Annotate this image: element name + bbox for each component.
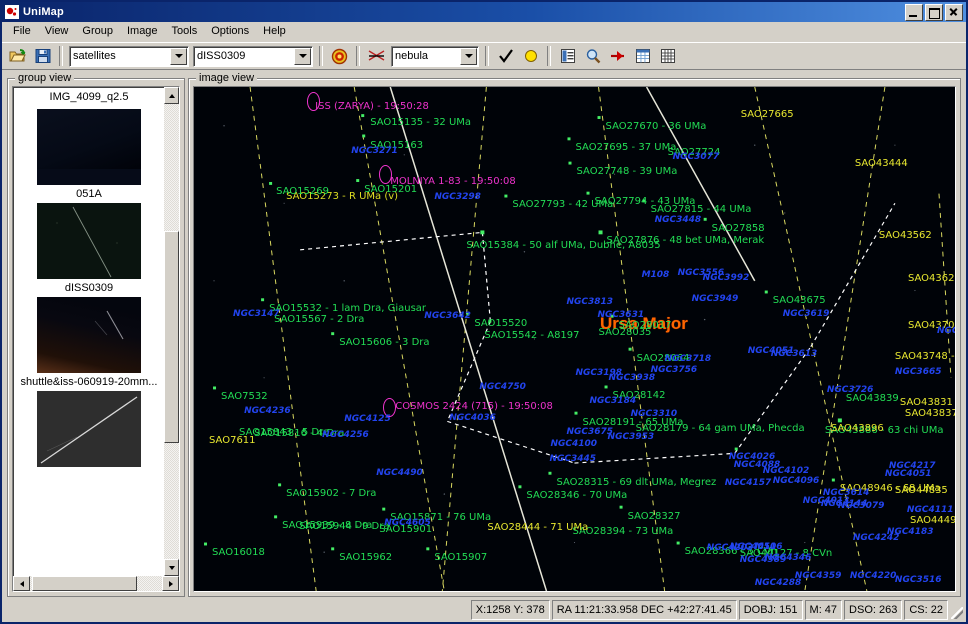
window-title: UniMap <box>23 6 64 18</box>
comet-icon[interactable] <box>365 45 388 67</box>
satellite-marker <box>307 92 320 111</box>
vertical-scroll-thumb[interactable] <box>164 231 179 443</box>
toolbar-separator-5 <box>547 46 551 66</box>
save-disk-icon[interactable] <box>31 45 54 67</box>
chevron-down-icon[interactable] <box>170 47 187 65</box>
toolbar-separator-1 <box>59 46 63 66</box>
toolbar: satellites dISS0309 nebula <box>2 42 966 70</box>
yellow-circle-icon[interactable] <box>519 45 542 67</box>
close-button[interactable] <box>945 3 963 21</box>
coordinates: RA 11:21:33.958 DEC +42:27:41.45 <box>551 600 737 620</box>
menu-options[interactable]: Options <box>204 23 256 40</box>
toolbar-separator-3 <box>356 46 360 66</box>
object-type-select[interactable]: nebula <box>391 45 479 67</box>
list-item[interactable]: 051A <box>13 109 179 200</box>
list-item[interactable]: dISS0309 <box>13 203 179 294</box>
scroll-right-arrow[interactable] <box>162 576 179 591</box>
menu-bar: File View Group Image Tools Options Help <box>2 22 966 42</box>
window-controls <box>905 3 963 21</box>
image-view-legend: image view <box>196 72 258 84</box>
image-select[interactable]: dISS0309 <box>193 45 313 67</box>
menu-tools[interactable]: Tools <box>165 23 205 40</box>
toolbar-separator-4 <box>485 46 489 66</box>
magnifier-icon[interactable] <box>581 45 604 67</box>
vertical-scroll-track[interactable] <box>164 104 179 559</box>
group-view-legend: group view <box>15 72 75 84</box>
status-bar: X:1258 Y: 378 RA 11:21:33.958 DEC +42:27… <box>2 599 966 622</box>
cs-count: CS: 22 <box>904 600 948 620</box>
cursor-position: X:1258 Y: 378 <box>470 600 550 620</box>
group-title: IMG_4099_q2.5 <box>49 91 129 103</box>
object-type-value: nebula <box>395 50 429 62</box>
target-icon[interactable] <box>328 45 351 67</box>
list-item[interactable] <box>13 391 179 470</box>
list-item-label: dISS0309 <box>64 282 114 294</box>
pin-icon[interactable] <box>606 45 629 67</box>
background-stars <box>204 114 916 553</box>
group-select-value: satellites <box>73 50 116 62</box>
menu-file[interactable]: File <box>6 23 38 40</box>
toolbar-separator-2 <box>319 46 323 66</box>
scroll-down-arrow[interactable] <box>164 559 179 576</box>
app-icon <box>5 5 19 19</box>
main-content: group view IMG_4099_q2.5 051A dISS0309 s… <box>2 70 966 599</box>
horizontal-scroll-thumb[interactable] <box>32 576 137 591</box>
resize-grip[interactable] <box>950 600 964 620</box>
group-view-inner: IMG_4099_q2.5 051A dISS0309 shuttle&iss-… <box>12 86 180 592</box>
image-select-value: dISS0309 <box>197 50 246 62</box>
list-item[interactable]: shuttle&iss-060919-20mm... <box>13 297 179 388</box>
list-item-label: 051A <box>76 188 102 200</box>
check-icon[interactable] <box>494 45 517 67</box>
table-icon[interactable] <box>631 45 654 67</box>
dobj-count: DOBJ: 151 <box>738 600 803 620</box>
thumbnail-image <box>37 391 141 467</box>
thumbnail-image <box>37 203 141 279</box>
image-view-inner[interactable]: Ursa Major ISS (ZARYA) - 19:50:28 MOLNIYA… <box>193 86 956 592</box>
title-bar: UniMap <box>2 2 966 22</box>
chevron-down-icon[interactable] <box>460 47 477 65</box>
dso-count: DSO: 263 <box>844 600 903 620</box>
scroll-left-arrow[interactable] <box>13 576 30 591</box>
scroll-up-arrow[interactable] <box>164 87 179 104</box>
thumbnail-vertical-scrollbar[interactable] <box>164 87 179 576</box>
list-item-label: shuttle&iss-060919-20mm... <box>20 376 158 388</box>
menu-help[interactable]: Help <box>256 23 293 40</box>
maximize-button[interactable] <box>925 3 943 21</box>
image-view-panel: image view Ursa Major ISS (ZARYA) - 19:5… <box>188 72 961 597</box>
group-view-panel: group view IMG_4099_q2.5 051A dISS0309 s… <box>7 72 185 597</box>
satellite-marker <box>379 165 392 184</box>
catalog-star-markers <box>204 114 842 551</box>
thumbnail-list[interactable]: IMG_4099_q2.5 051A dISS0309 shuttle&iss-… <box>13 87 179 576</box>
group-select[interactable]: satellites <box>69 45 189 67</box>
unimap-window: UniMap File View Group Image Tools Optio… <box>0 0 968 624</box>
menu-group[interactable]: Group <box>75 23 120 40</box>
messier-count: M: 47 <box>804 600 843 620</box>
status-spacer <box>4 600 469 620</box>
grid-icon[interactable] <box>656 45 679 67</box>
menu-image[interactable]: Image <box>120 23 165 40</box>
thumbnail-horizontal-scrollbar[interactable] <box>13 576 179 591</box>
minimize-button[interactable] <box>905 3 923 21</box>
open-folder-icon[interactable] <box>6 45 29 67</box>
menu-view[interactable]: View <box>38 23 76 40</box>
thumbnail-image <box>37 109 141 185</box>
list-panel-icon[interactable] <box>556 45 579 67</box>
chevron-down-icon[interactable] <box>294 47 311 65</box>
satellite-marker <box>383 398 396 417</box>
thumbnail-image <box>37 297 141 373</box>
sky-map[interactable]: Ursa Major ISS (ZARYA) - 19:50:28 MOLNIYA… <box>194 87 955 591</box>
horizontal-scroll-track[interactable] <box>30 576 162 591</box>
